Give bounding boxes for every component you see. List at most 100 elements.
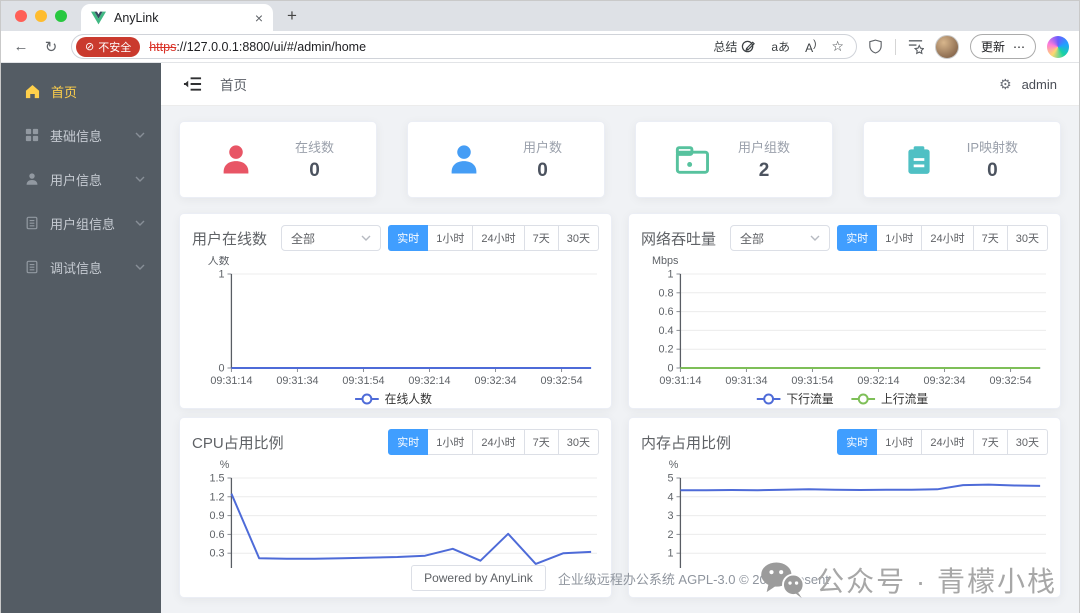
back-icon[interactable]: ← <box>11 38 31 55</box>
svg-text:09:31:34: 09:31:34 <box>725 375 767 387</box>
gear-icon[interactable]: ⚙ <box>999 76 1012 93</box>
update-label: 更新 <box>980 40 1005 54</box>
summarize-icon <box>742 40 756 53</box>
sidebar-item-user-info[interactable]: 用户信息 <box>1 157 161 201</box>
security-badge[interactable]: ⊘ 不安全 <box>76 36 141 57</box>
window-controls <box>15 10 67 22</box>
time-range-realtime-button[interactable]: 实时 <box>388 225 429 251</box>
svg-text:0.6: 0.6 <box>658 306 673 318</box>
svg-text:1: 1 <box>667 268 673 280</box>
time-range-realtime-button[interactable]: 实时 <box>837 429 878 455</box>
sidebar-item-user-group-info[interactable]: 用户组信息 <box>1 201 161 245</box>
svg-text:上行流量: 上行流量 <box>881 392 928 406</box>
url-text[interactable]: https://127.0.0.1:8800/ui/#/admin/home <box>149 40 366 54</box>
svg-text:0: 0 <box>667 362 673 374</box>
time-range-buttons: 实时 1小时 24小时 7天 30天 <box>388 429 599 455</box>
stat-value: 0 <box>537 160 548 181</box>
toolbar-divider <box>894 38 896 55</box>
security-badge-label: 不安全 <box>98 41 132 54</box>
svg-text:09:32:34: 09:32:34 <box>474 375 516 387</box>
online-user-icon <box>223 144 249 173</box>
svg-text:1: 1 <box>218 268 224 280</box>
time-range-buttons: 实时 1小时 24小时 7天 30天 <box>388 225 599 251</box>
time-range-1h-button[interactable]: 1小时 <box>427 225 474 251</box>
favorites-hub-icon[interactable] <box>907 38 924 55</box>
time-range-7d-button[interactable]: 7天 <box>972 225 1008 251</box>
time-range-30d-button[interactable]: 30天 <box>1006 225 1048 251</box>
refresh-icon[interactable]: ↻ <box>41 38 61 56</box>
username[interactable]: admin <box>1022 77 1057 92</box>
wechat-icon <box>761 562 805 599</box>
sidebar-item-label: 首页 <box>51 84 78 100</box>
stat-card-online: 在线数 0 <box>179 121 377 198</box>
time-range-24h-button[interactable]: 24小时 <box>921 429 974 455</box>
svg-text:%: % <box>220 460 230 471</box>
scope-select[interactable]: 全部 <box>281 225 382 251</box>
time-range-30d-button[interactable]: 30天 <box>557 225 599 251</box>
time-range-1h-button[interactable]: 1小时 <box>876 225 923 251</box>
scope-select[interactable]: 全部 <box>730 225 831 251</box>
translate-icon[interactable]: aあ <box>771 38 790 55</box>
stat-label: 在线数 <box>294 140 334 155</box>
copilot-icon[interactable] <box>1047 35 1069 58</box>
time-range-7d-button[interactable]: 7天 <box>523 429 559 455</box>
users-icon <box>451 144 477 173</box>
time-range-24h-button[interactable]: 24小时 <box>472 225 525 251</box>
grid-icon <box>25 128 39 142</box>
svg-text:09:32:14: 09:32:14 <box>857 375 899 387</box>
svg-text:1.2: 1.2 <box>209 491 224 503</box>
time-range-realtime-button[interactable]: 实时 <box>388 429 429 455</box>
maximize-window-button[interactable] <box>55 10 67 22</box>
svg-text:4: 4 <box>667 491 673 503</box>
address-bar[interactable]: ⊘ 不安全 https://127.0.0.1:8800/ui/#/admin/… <box>71 34 857 59</box>
stat-value: 2 <box>758 160 770 181</box>
powered-by-badge[interactable]: Powered by AnyLink <box>411 565 546 591</box>
url-rest: ://127.0.0.1:8800/ui/#/admin/home <box>176 39 367 54</box>
svg-text:0.6: 0.6 <box>209 529 224 541</box>
profile-avatar[interactable] <box>934 34 959 59</box>
svg-text:1: 1 <box>667 548 673 560</box>
chevron-down-icon <box>135 264 145 270</box>
svg-text:人数: 人数 <box>208 256 230 267</box>
stat-card-user-groups: 用户组数 2 <box>635 121 833 198</box>
time-range-24h-button[interactable]: 24小时 <box>921 225 974 251</box>
sidebar-item-basic-info[interactable]: 基础信息 <box>1 113 161 157</box>
clipboard-icon <box>26 260 38 274</box>
stat-card-ip-mappings: IP映射数 0 <box>863 121 1061 198</box>
svg-text:09:31:14: 09:31:14 <box>210 375 252 387</box>
time-range-30d-button[interactable]: 30天 <box>1006 429 1048 455</box>
breadcrumb[interactable]: 首页 <box>220 74 247 94</box>
browser-tab[interactable]: AnyLink × <box>81 4 273 31</box>
sidebar-item-label: 用户信息 <box>50 172 103 188</box>
collapse-menu-icon[interactable] <box>183 76 202 92</box>
time-range-1h-button[interactable]: 1小时 <box>876 429 923 455</box>
time-range-realtime-button[interactable]: 实时 <box>837 225 878 251</box>
tab-title: AnyLink <box>114 10 159 25</box>
memory-usage-line-chart: %012345 <box>667 460 1047 568</box>
time-range-7d-button[interactable]: 7天 <box>972 429 1008 455</box>
time-range-24h-button[interactable]: 24小时 <box>472 429 525 455</box>
update-button[interactable]: 更新 ⋯ <box>969 34 1036 59</box>
svg-text:0.3: 0.3 <box>209 548 224 560</box>
svg-text:09:31:14: 09:31:14 <box>659 375 701 387</box>
browser-essentials-icon[interactable] <box>867 38 884 55</box>
minimize-window-button[interactable] <box>35 10 47 22</box>
app-header: 首页 ⚙ admin <box>161 63 1079 106</box>
summarize-button[interactable]: 总结 <box>713 38 756 55</box>
sidebar-item-home[interactable]: 首页 <box>1 69 161 113</box>
time-range-30d-button[interactable]: 30天 <box>557 429 599 455</box>
stat-label: 用户组数 <box>737 140 790 155</box>
watermark: 公众号 · 青檬小栈 <box>760 560 1057 600</box>
read-aloud-icon[interactable]: A) <box>805 39 816 55</box>
stat-value: 0 <box>309 160 320 181</box>
time-range-1h-button[interactable]: 1小时 <box>427 429 474 455</box>
tab-close-icon[interactable]: × <box>255 10 263 26</box>
favorite-star-icon[interactable]: ☆ <box>831 38 844 55</box>
sidebar-item-debug-info[interactable]: 调试信息 <box>1 245 161 289</box>
more-menu-icon[interactable]: ⋯ <box>1013 40 1025 54</box>
time-range-7d-button[interactable]: 7天 <box>523 225 559 251</box>
svg-text:下行流量: 下行流量 <box>786 392 833 406</box>
new-tab-button[interactable]: + <box>279 6 305 26</box>
close-window-button[interactable] <box>15 10 27 22</box>
time-range-buttons: 实时 1小时 24小时 7天 30天 <box>837 225 1048 251</box>
